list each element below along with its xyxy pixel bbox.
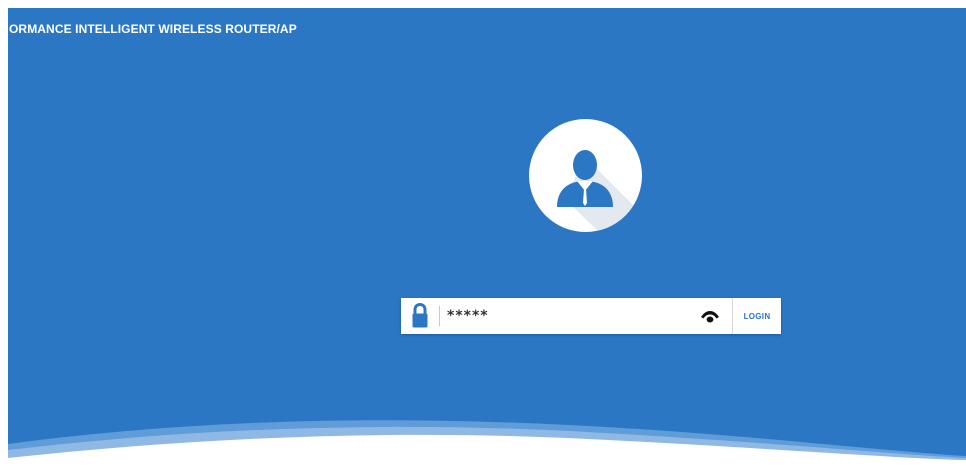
eye-icon [701,311,719,323]
login-form: LOGIN [401,298,781,334]
bottom-wave-decoration [8,420,966,468]
login-page: ORMANCE INTELLIGENT WIRELESS ROUTER/AP *… [0,0,966,468]
lock-icon [401,298,437,334]
page-title: ORMANCE INTELLIGENT WIRELESS ROUTER/AP [9,22,297,36]
password-field[interactable] [447,304,687,328]
blue-background: ORMANCE INTELLIGENT WIRELESS ROUTER/AP *… [8,8,966,468]
show-password-toggle[interactable] [697,304,723,328]
lock-divider [439,306,440,326]
avatar [529,119,642,232]
login-button[interactable]: LOGIN [733,298,781,334]
user-avatar-icon [557,150,642,232]
